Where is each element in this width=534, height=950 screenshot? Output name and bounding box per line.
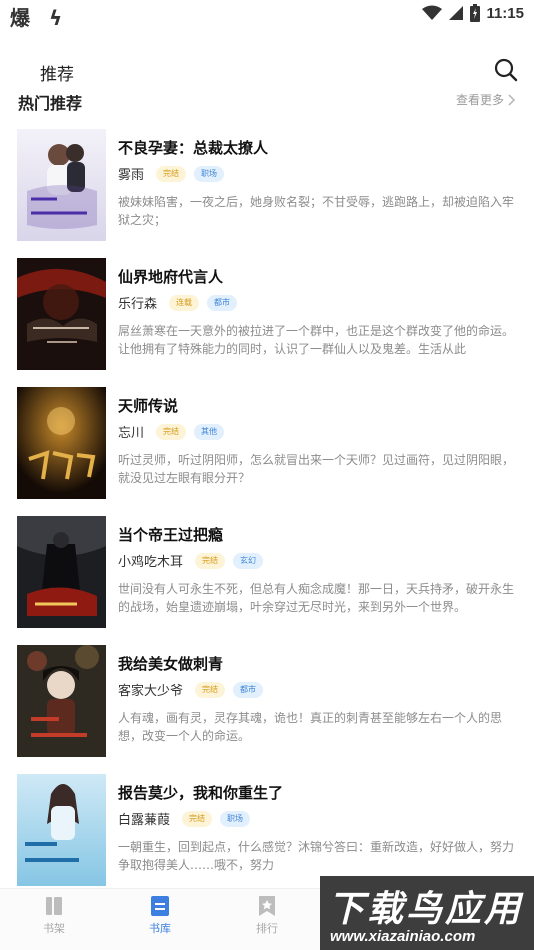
category-badge: 都市	[233, 681, 264, 698]
book-meta: 雾雨 完结 职场	[118, 164, 225, 183]
book-meta: 乐行森 连载 都市	[118, 293, 238, 312]
book-description: 被妹妹陷害，一夜之后，她身败名裂；不甘受辱，逃跑路上，却被迫陷入牢狱之灾；	[118, 195, 515, 227]
book-title: 当个帝王过把瘾	[118, 526, 224, 544]
tab-label: 书库	[149, 922, 171, 935]
status-badge: 完结	[156, 423, 187, 440]
book-author: 小鸡吃木耳	[118, 555, 184, 570]
battery-icon	[470, 4, 481, 22]
tab-label: 排行	[256, 922, 278, 935]
status-badge: 完结	[182, 810, 213, 827]
status-bar: 爆 ϟ 11:15	[0, 0, 534, 30]
status-badge: 完结	[195, 681, 226, 698]
book-meta: 忘川 完结 其他	[118, 422, 225, 441]
book-author: 白露蒹葭	[118, 813, 171, 828]
watermark-url: www.xiazainiao.com	[330, 928, 476, 945]
book-meta: 小鸡吃木耳 完结 玄幻	[118, 551, 264, 570]
more-link[interactable]: 查看更多	[456, 91, 516, 108]
book-item[interactable]: 仙界地府代言人 乐行森 连载 都市 屌丝萧寒在一天意外的被拉进了一个群中，也正是…	[0, 258, 534, 387]
tab-library[interactable]: 书库	[130, 895, 190, 936]
book-cover	[17, 258, 106, 370]
book-title: 不良孕妻：总裁太撩人	[118, 139, 269, 157]
book-author: 忘川	[118, 426, 145, 441]
book-title: 报告莫少，我和你重生了	[118, 784, 284, 802]
book-description: 一朝重生，回到起点，什么感觉？沐锦兮答曰：重新改造，好好做人，努力争取抱得美人……	[118, 840, 515, 872]
book-meta: 客家大少爷 完结 都市	[118, 680, 264, 699]
category-badge: 其他	[194, 423, 225, 440]
more-link-label: 查看更多	[455, 93, 504, 107]
signal-icon	[449, 6, 464, 20]
tab-ranking[interactable]: 排行	[237, 895, 297, 936]
status-notification-icons: 爆 ϟ	[10, 6, 69, 30]
book-title: 我给美女做刺青	[118, 655, 224, 673]
tab-bookshelf[interactable]: 书架	[24, 895, 84, 936]
book-list: 不良孕妻：总裁太撩人 雾雨 完结 职场 被妹妹陷害，一夜之后，她身败名裂；不甘受…	[0, 129, 534, 903]
book-title: 仙界地府代言人	[118, 268, 224, 286]
library-icon	[151, 896, 169, 916]
book-title: 天师传说	[118, 397, 179, 415]
search-icon	[494, 58, 518, 82]
section-header: 热门推荐 查看更多	[0, 88, 534, 113]
book-author: 雾雨	[118, 168, 145, 183]
book-item[interactable]: 天师传说 忘川 完结 其他 听过灵师，听过阴阳师，怎么就冒出来一个天师？见过画符…	[0, 387, 534, 516]
book-item[interactable]: 当个帝王过把瘾 小鸡吃木耳 完结 玄幻 世间没有人可永生不死，但总有人痴念成魔！…	[0, 516, 534, 645]
page-title: 推荐	[40, 65, 74, 85]
category-badge: 玄幻	[233, 552, 264, 569]
book-description: 人有魂，画有灵，灵存其魂，诡也！真正的刺青甚至能够左右一个人的思想，改变一个人的…	[118, 711, 503, 743]
book-author: 乐行森	[118, 297, 158, 312]
book-item[interactable]: 不良孕妻：总裁太撩人 雾雨 完结 职场 被妹妹陷害，一夜之后，她身败名裂；不甘受…	[0, 129, 534, 258]
status-time: 11:15	[486, 4, 524, 22]
book-description: 屌丝萧寒在一天意外的被拉进了一个群中，也正是这个群改变了他的命运。让他拥有了特殊…	[118, 324, 515, 356]
section-title: 热门推荐	[18, 94, 83, 113]
tab-label: 书架	[43, 922, 65, 935]
search-button[interactable]	[494, 58, 520, 84]
wifi-icon	[422, 5, 443, 20]
book-description: 世间没有人可永生不死，但总有人痴念成魔！那一日，天兵持矛，破开永生的战场，始皇遗…	[118, 582, 515, 614]
app-header: 推荐	[0, 54, 534, 88]
status-badge: 完结	[156, 165, 187, 182]
status-badge: 连载	[169, 294, 200, 311]
watermark: 下载鸟应用 www.xiazainiao.com	[320, 876, 534, 950]
category-badge: 职场	[220, 810, 251, 827]
book-cover	[17, 774, 106, 886]
book-item[interactable]: 我给美女做刺青 客家大少爷 完结 都市 人有魂，画有灵，灵存其魂，诡也！真正的刺…	[0, 645, 534, 774]
status-right: 11:15	[422, 4, 524, 22]
status-badge: 完结	[195, 552, 226, 569]
book-cover	[17, 516, 106, 628]
bookshelf-icon	[46, 897, 62, 915]
book-meta: 白露蒹葭 完结 职场	[118, 809, 251, 828]
book-cover	[17, 387, 106, 499]
ranking-icon	[259, 896, 275, 916]
book-cover	[17, 129, 106, 241]
category-badge: 职场	[194, 165, 225, 182]
watermark-title: 下载鸟应用	[328, 889, 524, 930]
category-badge: 都市	[207, 294, 238, 311]
book-description: 听过灵师，听过阴阳师，怎么就冒出来一个天师？见过画符，见过阴阳眼，就没见过左眼有…	[118, 453, 515, 485]
book-cover	[17, 645, 106, 757]
book-author: 客家大少爷	[118, 684, 184, 699]
chevron-right-icon	[508, 93, 516, 106]
